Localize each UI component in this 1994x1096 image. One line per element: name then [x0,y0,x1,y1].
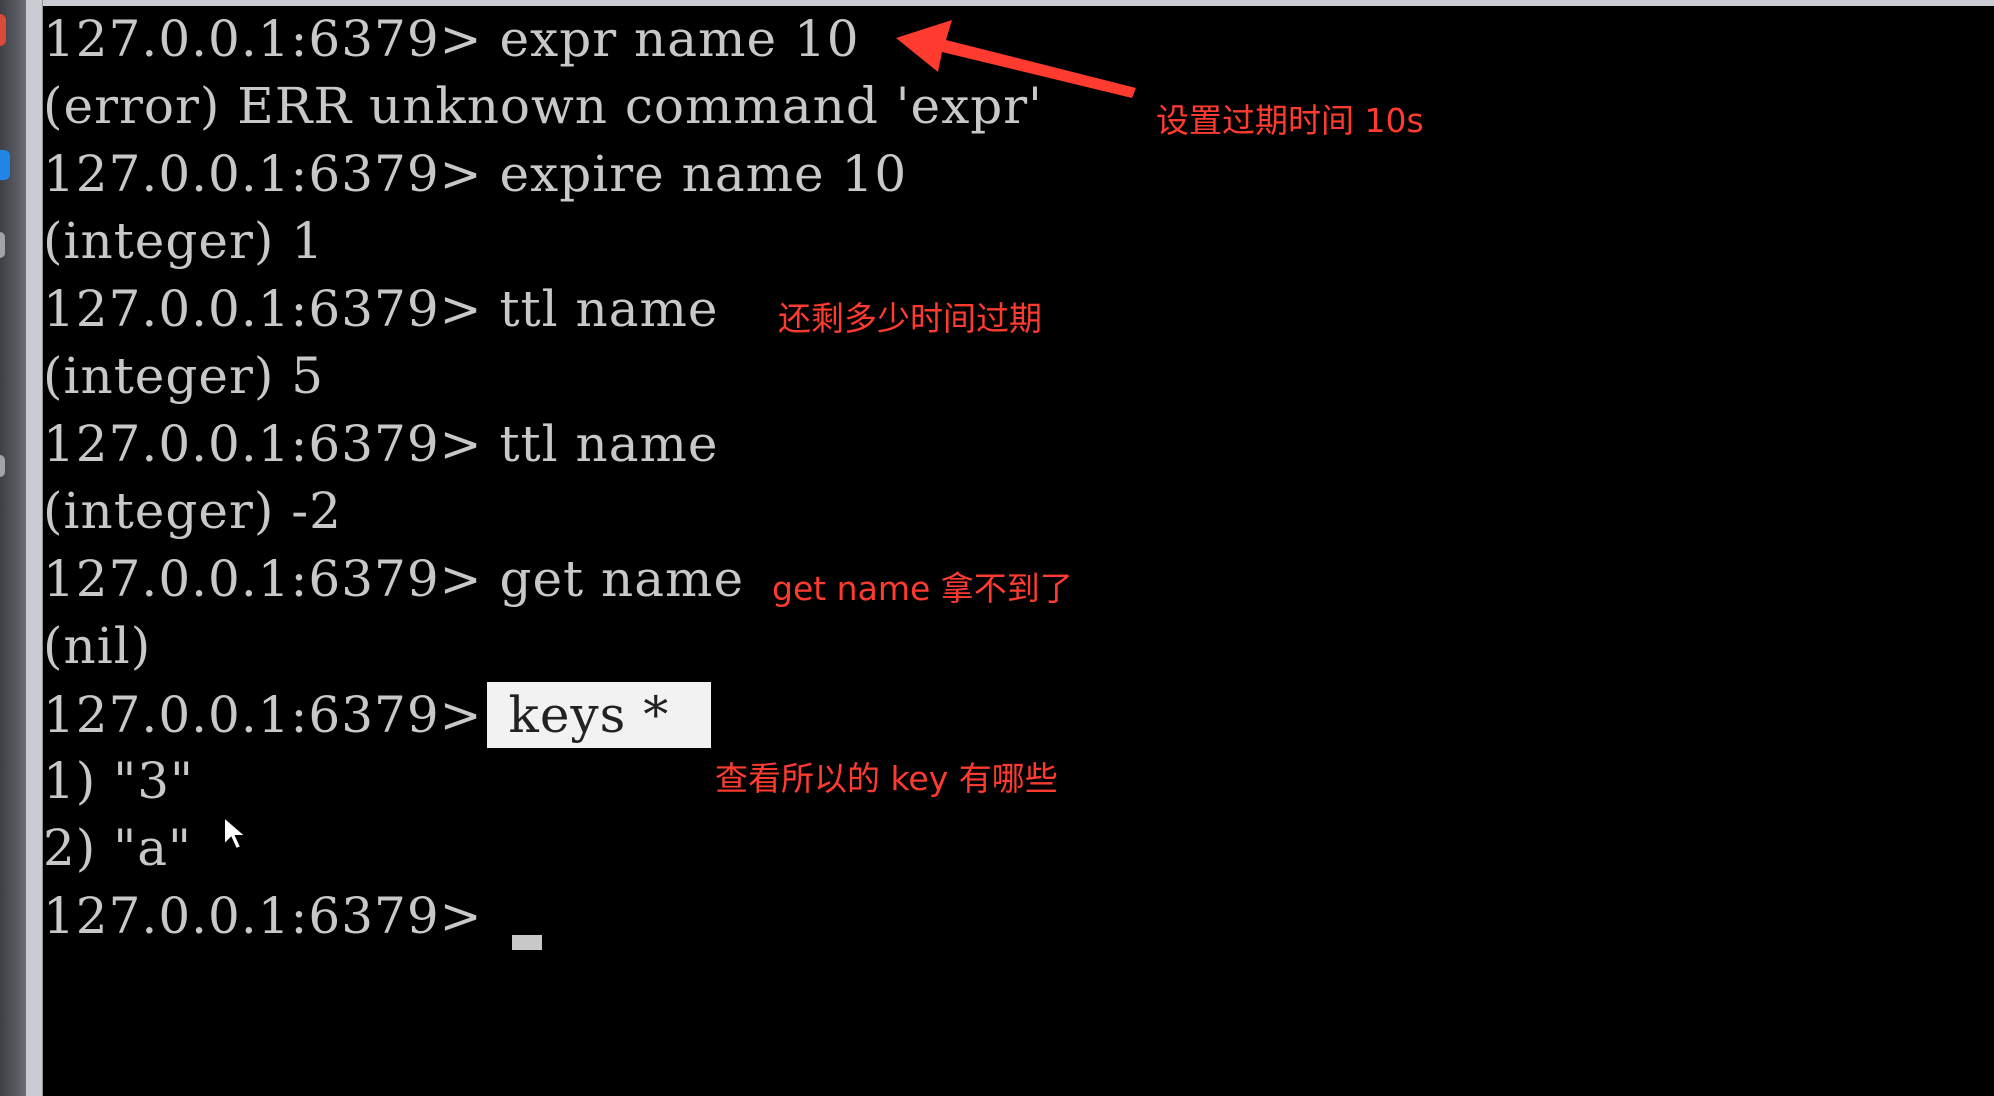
prompt: 127.0.0.1:6379> [43,887,483,945]
dock-app-icon[interactable] [0,455,5,477]
desktop-dock-edge [0,0,26,1096]
annotation-ttl: 还剩多少时间过期 [778,299,1042,338]
command-text: get name [482,550,745,608]
prompt: 127.0.0.1:6379> [43,415,483,473]
terminal-line: 127.0.0.1:6379> ttl name [43,413,719,475]
terminal-line: 127.0.0.1:6379> expr name 10 [43,8,860,70]
dock-app-icon[interactable] [0,232,5,258]
terminal-line: 127.0.0.1:6379> expire name 10 [43,143,907,205]
command-text: expire name 10 [482,145,908,203]
prompt: 127.0.0.1:6379> [43,280,483,338]
terminal-line: 127.0.0.1:6379> get name [43,548,744,610]
terminal-line[interactable]: 127.0.0.1:6379> [43,885,483,947]
text-cursor [512,935,542,950]
highlighted-command: keys * [486,682,712,748]
annotation-get: get name 拿不到了 [772,569,1073,608]
terminal-output: 2) "a" [43,819,193,877]
dock-app-icon[interactable] [0,14,6,46]
command-text: expr name 10 [482,10,860,68]
window-left-border [26,0,43,1096]
dock-app-icon[interactable] [0,150,10,180]
terminal-line: 127.0.0.1:6379> ttl name [43,278,719,340]
terminal-output: (integer) -2 [43,482,342,540]
terminal-output: (integer) 1 [43,212,325,270]
screen: 127.0.0.1:6379> expr name 10 (error) ERR… [0,0,1994,1096]
prompt: 127.0.0.1:6379> [43,10,483,68]
prompt: 127.0.0.1:6379> [43,145,483,203]
command-text: ttl name [482,280,719,338]
terminal-line: 127.0.0.1:6379> keys * [43,682,712,748]
prompt: 127.0.0.1:6379> [43,686,483,744]
terminal-output: (nil) [43,617,152,675]
terminal-output: 1) "3" [43,752,195,810]
terminal-output: (error) ERR unknown command 'expr' [43,77,1043,135]
annotation-keys: 查看所以的 key 有哪些 [715,759,1058,798]
command-text: ttl name [482,415,719,473]
prompt: 127.0.0.1:6379> [43,550,483,608]
mouse-pointer-icon [223,815,249,851]
terminal-output: (integer) 5 [43,347,325,405]
annotation-expire: 设置过期时间 10s [1156,101,1424,140]
